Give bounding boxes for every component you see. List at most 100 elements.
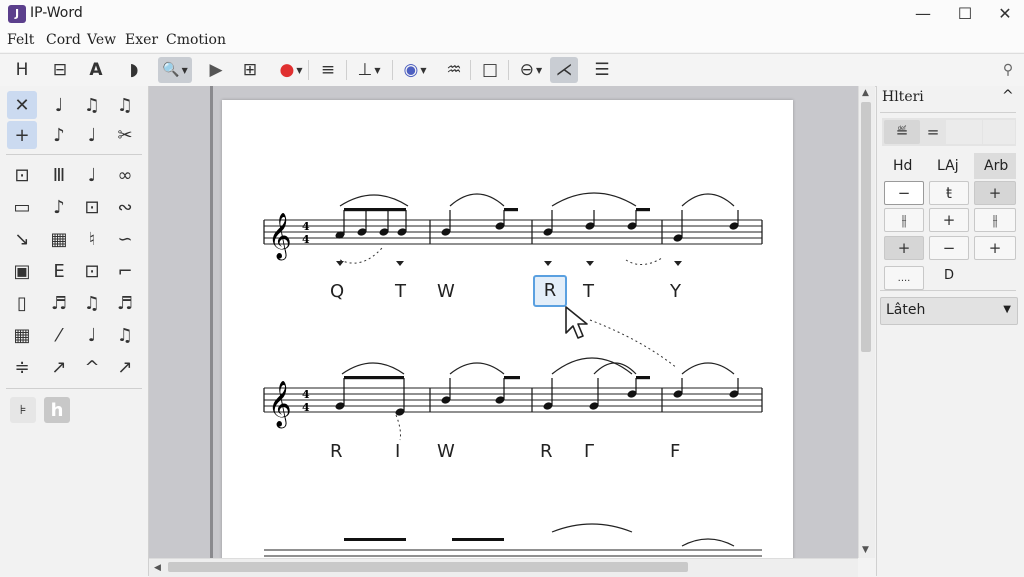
lyric-syllable[interactable]: W xyxy=(437,281,455,302)
score-page[interactable]: 𝄞 4 4 𝄞 4 4 Q T W R T Y R I W R Γ F xyxy=(222,100,793,570)
scroll-left-icon[interactable]: ◀ xyxy=(154,563,161,573)
frame-icon[interactable]: ⊟ xyxy=(46,57,74,83)
lyric-syllable[interactable]: W xyxy=(437,441,455,462)
panel-dropdown[interactable]: Lâteh ▼ xyxy=(880,297,1018,325)
palette-symbol-icon[interactable]: ⁄ xyxy=(44,321,74,349)
text-icon[interactable]: A xyxy=(82,57,110,83)
panel-small-button[interactable]: .... xyxy=(884,266,924,290)
palette-note-icon[interactable]: ♪ xyxy=(44,121,74,149)
palette-symbol-icon[interactable]: ↘ xyxy=(7,225,37,253)
maximize-button[interactable]: ☐ xyxy=(946,2,984,26)
palette-note-icon[interactable]: ♩ xyxy=(44,91,74,119)
palette-add-icon[interactable]: + xyxy=(7,121,37,149)
panel-grid-button[interactable]: ŧ xyxy=(929,181,969,205)
palette-symbol-icon[interactable]: ∾ xyxy=(110,193,140,221)
palette-symbol-icon[interactable]: ∞ xyxy=(110,161,140,189)
lyric-syllable[interactable]: Γ xyxy=(584,441,594,462)
panel-grid-button[interactable]: − xyxy=(929,236,969,260)
align-icon[interactable]: ≡ xyxy=(314,57,342,83)
panel-grid-button[interactable]: + xyxy=(884,236,924,260)
palette-symbol-icon[interactable]: ↗ xyxy=(110,353,140,381)
menu-item[interactable]: Felt xyxy=(7,32,34,48)
panel-tab[interactable]: LAj xyxy=(937,158,959,174)
palette-symbol-icon[interactable]: ▭ xyxy=(7,193,37,221)
palette-symbol-icon[interactable]: ♬ xyxy=(44,289,74,317)
palette-extra-icon[interactable]: h xyxy=(44,397,70,423)
palette-symbol-icon[interactable]: ♩ xyxy=(77,321,107,349)
box-icon[interactable]: □ xyxy=(476,57,504,83)
palette-symbol-icon[interactable]: ⊡ xyxy=(7,161,37,189)
panel-grid-button[interactable]: + xyxy=(974,236,1016,260)
panel-grid-button[interactable]: + xyxy=(974,181,1016,205)
color-icon[interactable]: ◉ ▼ xyxy=(398,57,432,83)
palette-note-icon[interactable]: ♩ xyxy=(77,121,107,149)
palette-symbol-icon[interactable]: ∽ xyxy=(110,225,140,253)
lyric-syllable[interactable]: T xyxy=(583,281,594,302)
grid-icon[interactable]: ⊞ xyxy=(236,57,264,83)
menu-item[interactable]: Cmotion xyxy=(166,32,226,48)
palette-symbol-icon[interactable]: ⊡ xyxy=(77,257,107,285)
palette-delete-icon[interactable]: ✕ xyxy=(7,91,37,119)
shape-icon[interactable]: ◗ xyxy=(120,57,148,83)
panel-grid-button[interactable]: ⫲ xyxy=(884,208,924,232)
panel-grid-button[interactable]: − xyxy=(884,181,924,205)
target-icon[interactable]: ⊖ ▼ xyxy=(514,57,548,83)
cursor-mode-icon[interactable]: ⋌ xyxy=(550,57,578,83)
panel-style-button[interactable]: = xyxy=(920,120,946,144)
menu-item[interactable]: Exer xyxy=(125,32,158,48)
palette-symbol-icon[interactable]: ≑ xyxy=(7,353,37,381)
scroll-down-icon[interactable]: ▼ xyxy=(862,545,869,555)
lyric-syllable[interactable]: R xyxy=(540,441,553,462)
minimize-button[interactable]: — xyxy=(904,2,942,26)
heading-icon[interactable]: H xyxy=(8,57,36,83)
play-icon[interactable]: ▶ xyxy=(202,57,230,83)
lyric-syllable[interactable]: Y xyxy=(670,281,681,302)
palette-note-icon[interactable]: ♫ xyxy=(110,91,140,119)
pin-icon[interactable]: ⚲ xyxy=(996,57,1020,83)
menu-item[interactable]: Cord xyxy=(46,32,81,48)
vertical-scroll-thumb[interactable] xyxy=(861,102,871,352)
palette-symbol-icon[interactable]: ▦ xyxy=(7,321,37,349)
palette-symbol-icon[interactable]: ⊡ xyxy=(77,193,107,221)
zoom-icon[interactable]: 🔍 ▼ xyxy=(158,57,192,83)
spacing-icon[interactable]: ⊥ ▼ xyxy=(352,57,386,83)
time-signature: 4 xyxy=(302,388,310,401)
lyric-syllable[interactable]: Q xyxy=(330,281,344,302)
palette-symbol-icon[interactable]: Ε xyxy=(44,257,74,285)
lyric-syllable[interactable]: R xyxy=(330,441,343,462)
palette-symbol-icon[interactable]: ^ xyxy=(77,353,107,381)
lyric-syllable[interactable]: I xyxy=(395,441,400,462)
record-icon[interactable]: ● ▼ xyxy=(274,57,308,83)
palette-note-icon[interactable]: ♫ xyxy=(77,91,107,119)
palette-symbol-icon[interactable]: ♬ xyxy=(110,289,140,317)
palette-symbol-icon[interactable]: ♫ xyxy=(110,321,140,349)
palette-symbol-icon[interactable]: ↗ xyxy=(44,353,74,381)
lyric-syllable[interactable]: F xyxy=(670,441,680,462)
panel-grid-button[interactable]: ⫲ xyxy=(974,208,1016,232)
panel-tab-active[interactable]: Arb xyxy=(984,158,1008,174)
palette-symbol-icon[interactable]: ▦ xyxy=(44,225,74,253)
panel-style-button[interactable]: ≝ xyxy=(884,120,920,144)
scroll-up-icon[interactable]: ▲ xyxy=(862,88,869,98)
lyric-syllable[interactable]: T xyxy=(395,281,406,302)
selected-lyric-syllable[interactable]: R xyxy=(533,275,567,307)
palette-symbol-icon[interactable]: Ⅲ xyxy=(44,161,74,189)
palette-symbol-icon[interactable]: ♮ xyxy=(77,225,107,253)
panel-tab[interactable]: Hd xyxy=(893,158,912,174)
palette-cut-icon[interactable]: ✂ xyxy=(110,121,140,149)
wave-icon[interactable]: ♒ xyxy=(440,57,468,83)
palette-symbol-icon[interactable]: ⌐ xyxy=(110,257,140,285)
collapse-icon[interactable]: ^ xyxy=(1002,88,1014,104)
palette-symbol-icon[interactable]: ♫ xyxy=(77,289,107,317)
palette-symbol-icon[interactable]: ♪ xyxy=(44,193,74,221)
palette-extra-icon[interactable]: ⊧ xyxy=(10,397,36,423)
menu-item[interactable]: Vew xyxy=(87,32,116,48)
panel-grid-button[interactable]: + xyxy=(929,208,969,232)
close-button[interactable]: ✕ xyxy=(986,2,1024,26)
palette-symbol-icon[interactable]: ▣ xyxy=(7,257,37,285)
horizontal-scroll-thumb[interactable] xyxy=(168,562,688,572)
palette-symbol-icon[interactable]: ▯ xyxy=(7,289,37,317)
panel-empty-slot xyxy=(946,120,982,144)
palette-symbol-icon[interactable]: ♩ xyxy=(77,161,107,189)
list-icon[interactable]: ☰ xyxy=(588,57,616,83)
